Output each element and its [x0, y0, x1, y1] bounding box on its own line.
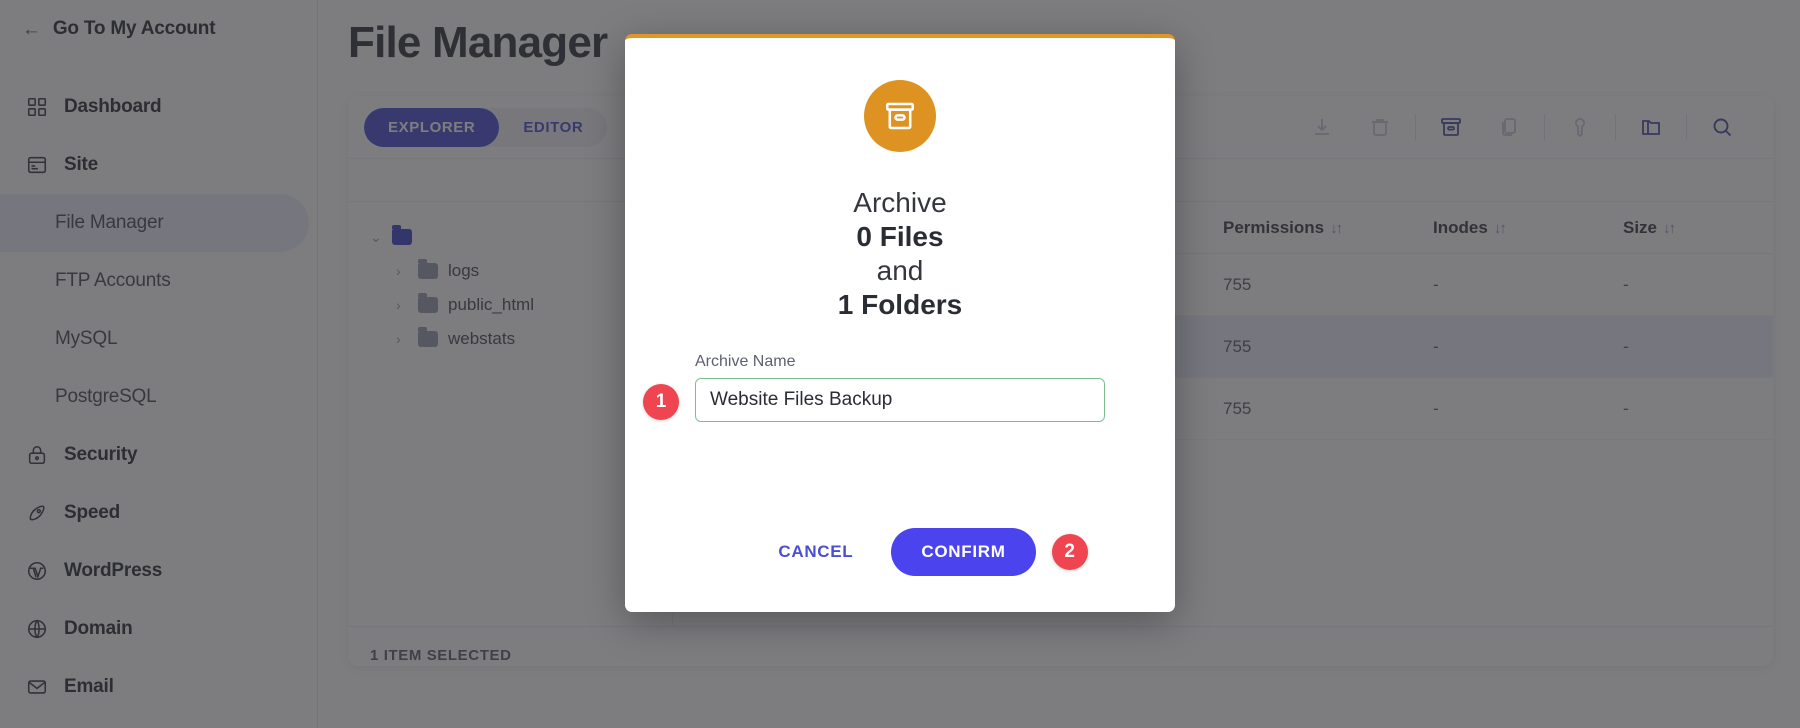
step-marker-2: 2: [1051, 534, 1088, 570]
dialog-line-4-folders: 1 Folders: [837, 289, 963, 321]
dialog-line-3: and: [876, 255, 924, 287]
step-marker-1: 1: [643, 383, 679, 420]
archive-name-label: Archive Name: [695, 352, 796, 370]
archive-icon: [882, 98, 918, 134]
dialog-actions: CANCEL CONFIRM 2: [764, 528, 1088, 576]
archive-icon-badge: [864, 80, 936, 152]
dialog-line-1: Archive: [853, 187, 947, 218]
cancel-button[interactable]: CANCEL: [764, 530, 867, 574]
dialog-line-2-files: 0 Files: [856, 221, 944, 253]
archive-dialog: Archive 0 Files and 1 Folders Archive Na…: [625, 34, 1175, 612]
confirm-button[interactable]: CONFIRM: [891, 528, 1036, 576]
file-manager-screen: ← Go To My Account Dashboard: [0, 0, 1800, 728]
archive-name-input[interactable]: [695, 377, 1105, 422]
dialog-message: Archive 0 Files and 1 Folders: [838, 186, 962, 323]
archive-name-field-group: Archive Name 1: [643, 352, 1105, 422]
